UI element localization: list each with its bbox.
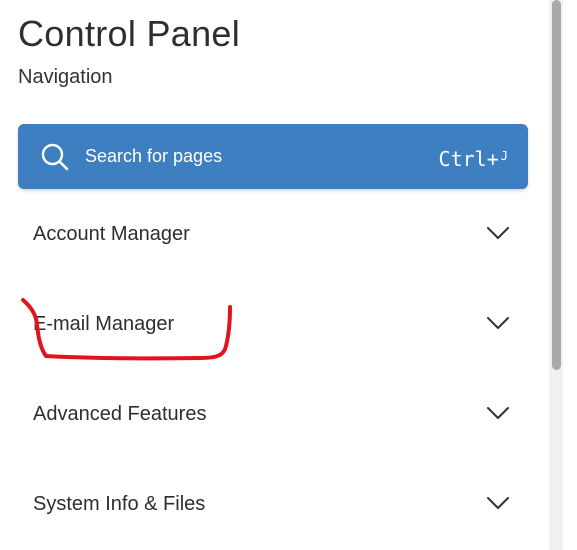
nav-item-label: Advanced Features: [33, 403, 207, 425]
shortcut-modifier: Ctrl+: [438, 147, 499, 171]
chevron-down-icon[interactable]: [486, 405, 510, 421]
chevron-down-icon[interactable]: [486, 315, 510, 331]
nav-item-label: System Info & Files: [33, 493, 206, 515]
chevron-down-icon[interactable]: [486, 495, 510, 511]
scrollbar-thumb[interactable]: [552, 0, 561, 370]
search-bar[interactable]: Search for pages Ctrl+ J: [18, 124, 528, 189]
search-placeholder[interactable]: Search for pages: [85, 144, 222, 168]
nav-item-email-manager[interactable]: E-mail Manager: [18, 279, 528, 369]
nav-item-advanced-features[interactable]: Advanced Features: [18, 369, 528, 459]
nav-item-account-manager[interactable]: Account Manager: [18, 189, 528, 279]
keyboard-shortcut-hint: Ctrl+ J: [439, 143, 508, 174]
page-subtitle: Navigation: [18, 66, 113, 88]
search-icon: [41, 143, 69, 171]
shortcut-key: J: [500, 149, 508, 163]
nav-item-system-info-files[interactable]: System Info & Files: [18, 459, 528, 549]
chevron-down-icon[interactable]: [486, 225, 510, 241]
control-panel-page: Control Panel Navigation Search for page…: [0, 0, 577, 550]
nav-item-label: E-mail Manager: [33, 313, 175, 335]
page-title: Control Panel: [18, 13, 241, 54]
nav-item-label: Account Manager: [33, 223, 190, 245]
